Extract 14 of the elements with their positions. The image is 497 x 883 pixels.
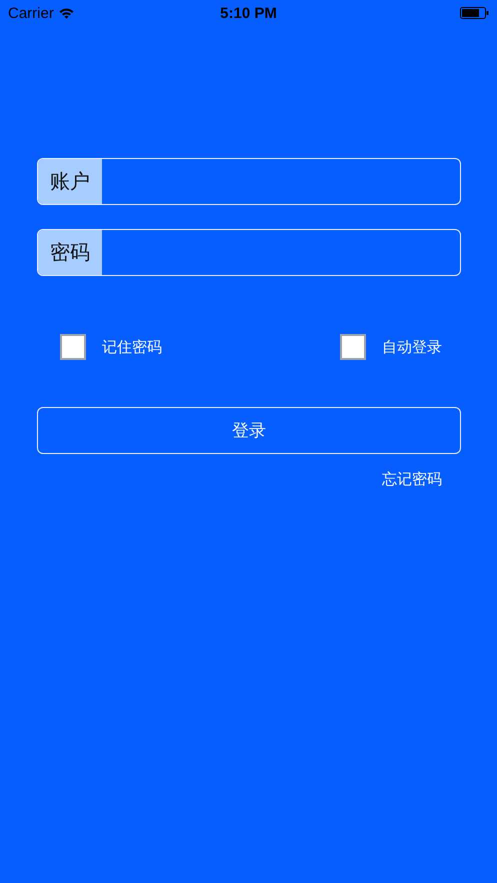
checkbox-label: 记住密码 [102,338,162,356]
forgot-password-link[interactable]: 忘记密码 [382,470,442,489]
input-field[interactable]: 账户 [37,158,461,205]
battery-icon [460,7,489,19]
checkbox[interactable] [340,334,366,360]
field-label: 账户 [38,159,102,204]
field-label: 密码 [38,230,102,275]
login-button[interactable]: 登录 [37,407,461,454]
carrier-name: Carrier [8,4,54,22]
input-field[interactable]: 密码 [37,229,461,276]
clock-time: 5:10 PM [220,4,277,22]
checkbox-label: 自动登录 [382,338,442,356]
wifi-icon [58,8,74,18]
checkbox[interactable] [60,334,86,360]
